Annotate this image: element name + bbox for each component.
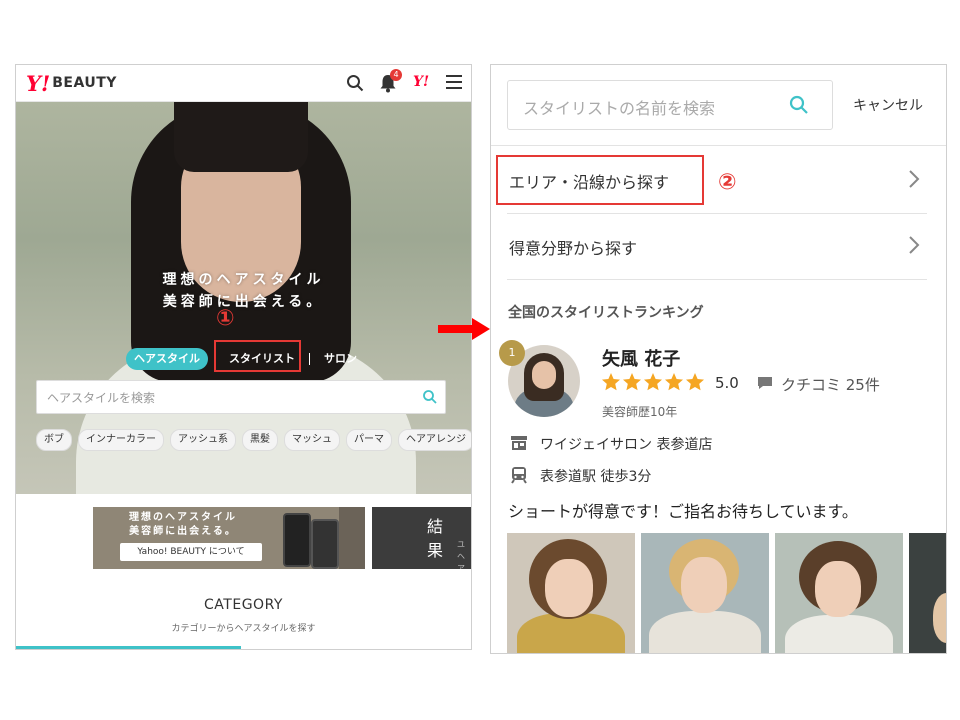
chip-keyword[interactable]: アッシュ系 xyxy=(170,429,236,451)
photo-clothing xyxy=(785,615,893,653)
review-count[interactable]: クチコミ 25件 xyxy=(781,374,880,395)
tab-salon[interactable]: サロン xyxy=(316,348,365,370)
annotation-box-area-row xyxy=(496,155,704,205)
star-icon xyxy=(623,373,641,391)
star-icon xyxy=(644,373,662,391)
annotation-box-stylist-tab xyxy=(214,340,301,372)
search-icon[interactable] xyxy=(422,389,438,405)
stylist-comment: ショートが得意です！ご指名お待ちしています。 xyxy=(508,502,858,521)
yahoo-beauty-logo[interactable]: Y! BEAUTY xyxy=(26,71,117,96)
comment-icon xyxy=(758,377,772,389)
rating-value: 5.0 xyxy=(715,374,739,392)
tab-hairstyle[interactable]: ヘアスタイル xyxy=(126,348,208,370)
photo-face xyxy=(545,559,593,617)
star-icon xyxy=(686,373,704,391)
menu-row-label: 得意分野から探す xyxy=(509,239,638,258)
nearest-station: 表参道駅 徒歩3分 xyxy=(540,469,652,485)
hairstyle-photo[interactable] xyxy=(507,533,635,653)
hero-photo-bangs xyxy=(174,102,308,172)
hamburger-menu-icon[interactable] xyxy=(446,75,462,89)
search-icon[interactable] xyxy=(346,74,364,92)
category-tab-indicator xyxy=(16,646,241,649)
star-icon xyxy=(602,373,620,391)
avatar-face xyxy=(532,361,556,389)
phone-mockup-image xyxy=(311,519,339,569)
hero-section: 理想のヘアスタイル 美容師に出会える。 ヘアスタイル スタイリスト サロン ヘア… xyxy=(16,102,471,494)
chip-keyword[interactable]: マッシュ xyxy=(284,429,340,451)
train-icon xyxy=(511,467,527,484)
star-icon xyxy=(665,373,683,391)
salon-name[interactable]: ワイジェイサロン 表参道店 xyxy=(540,434,712,454)
chip-keyword[interactable]: 黒髪 xyxy=(242,429,278,451)
hairstyle-photo[interactable] xyxy=(641,533,769,653)
hero-tagline: 理想のヘアスタイル 美容師に出会える。 xyxy=(162,272,325,310)
banner-subtext: ユ ヘア xyxy=(457,540,465,569)
right-arrow-icon xyxy=(438,318,490,340)
photo-clothing xyxy=(649,611,761,653)
search-placeholder: ヘアスタイルを検索 xyxy=(47,391,156,405)
chevron-right-icon xyxy=(909,236,920,254)
search-icon[interactable] xyxy=(789,95,809,115)
annotation-step-1: ① xyxy=(216,306,235,331)
divider xyxy=(491,145,946,146)
phone-mockup-image xyxy=(283,513,311,567)
chip-keyword[interactable]: ボブ xyxy=(36,429,72,451)
tab-divider xyxy=(309,353,310,365)
yahoo-japan-icon[interactable]: Y! xyxy=(413,74,429,90)
chip-keyword[interactable]: インナーカラー xyxy=(78,429,164,451)
annotation-step-2: ② xyxy=(718,170,737,195)
photo-face xyxy=(815,561,861,617)
keyword-chips: ボブ インナーカラー アッシュ系 黒髪 マッシュ パーマ ヘアアレンジ xyxy=(36,429,471,451)
about-banner[interactable]: 理想のヘアスタイル 美容師に出会える。 Yahoo! BEAUTY について xyxy=(93,507,365,569)
experience-years: 美容師歴10年 xyxy=(602,405,678,419)
category-subtitle: カテゴリーからヘアスタイルを探す xyxy=(171,624,316,634)
notification-badge: 4 xyxy=(390,69,402,81)
chevron-right-icon xyxy=(909,170,920,188)
search-placeholder: スタイリストの名前を検索 xyxy=(523,99,716,118)
search-by-specialty-row[interactable]: 得意分野から探す xyxy=(507,213,927,280)
hairstyle-photo[interactable] xyxy=(909,533,946,653)
photo-face xyxy=(681,557,727,613)
secondary-banner[interactable]: 結 果 ユ ヘア xyxy=(372,507,471,569)
stylist-name[interactable]: 矢風 花子 xyxy=(602,345,680,371)
hairstyle-photo[interactable] xyxy=(775,533,903,653)
banner-tagline: 理想のヘアスタイル 美容師に出会える。 xyxy=(129,512,237,537)
stylist-search-input[interactable]: スタイリストの名前を検索 xyxy=(507,80,833,130)
chip-keyword[interactable]: パーマ xyxy=(346,429,392,451)
chip-keyword[interactable]: ヘアアレンジ xyxy=(398,429,471,451)
ranking-title: 全国のスタイリストランキング xyxy=(508,305,704,321)
about-button[interactable]: Yahoo! BEAUTY について xyxy=(120,543,262,561)
rank-badge: 1 xyxy=(499,340,525,366)
hairstyle-search-input[interactable]: ヘアスタイルを検索 xyxy=(36,380,446,414)
category-title: CATEGORY xyxy=(204,597,283,613)
shop-icon xyxy=(511,436,527,450)
right-phone-screen: スタイリストの名前を検索 キャンセル エリア・沿線から探す 得意分野から探す 全… xyxy=(490,64,947,654)
rating-stars xyxy=(601,372,705,392)
cancel-button[interactable]: キャンセル xyxy=(853,95,923,115)
photo-clothing xyxy=(517,613,625,653)
banner-photo xyxy=(339,507,365,569)
top-header: Y! BEAUTY 4 Y! xyxy=(16,65,471,102)
